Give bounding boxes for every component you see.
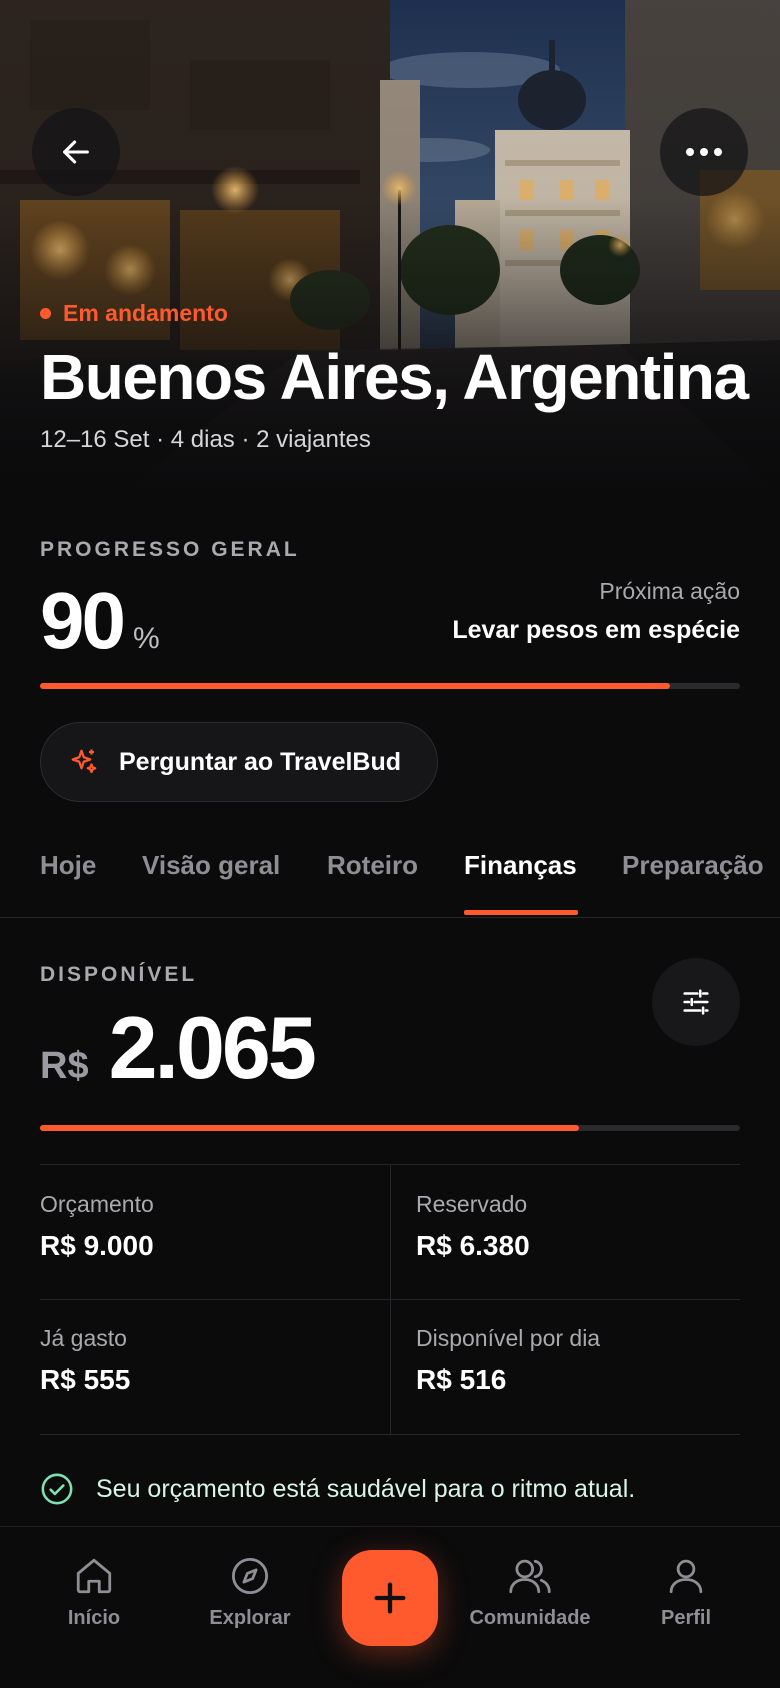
ask-travelbud-label: Perguntar ao TravelBud (119, 747, 402, 776)
trip-status: Em andamento (40, 300, 228, 327)
tab-visao-geral[interactable]: Visão geral (142, 850, 280, 881)
budget-cell: Orçamento R$ 9.000 (40, 1191, 154, 1262)
user-icon (669, 1559, 703, 1594)
trip-title: Buenos Aires, Argentina (40, 341, 749, 413)
reserved-cell: Reservado R$ 6.380 (416, 1191, 530, 1262)
reserved-cell-label: Reservado (416, 1191, 528, 1217)
budget-summary-grid: Orçamento R$ 9.000 Reservado R$ 6.380 Já… (40, 1164, 740, 1435)
next-action-label: Próxima ação (599, 578, 740, 604)
spent-cell-value: R$ 555 (40, 1364, 131, 1395)
nav-item-label: Comunidade (469, 1607, 591, 1629)
nav-item-perfil[interactable]: Perfil (606, 1555, 766, 1630)
budget-settings-button[interactable] (652, 958, 740, 1046)
progress-value: 90 % (40, 575, 160, 667)
available-label: DISPONÍVEL (40, 963, 198, 986)
daily-available-cell-value: R$ 516 (416, 1364, 507, 1395)
available-number: 2.065 (108, 998, 317, 1097)
tab-preparacao[interactable]: Preparação (622, 850, 764, 881)
daily-available-cell: Disponível por dia R$ 516 (416, 1325, 600, 1396)
nav-item-explorar[interactable]: Explorar (170, 1555, 330, 1630)
bottom-navigation: Início Explorar Comunidade Perfil (0, 1526, 780, 1688)
trip-status-label: Em andamento (63, 300, 228, 326)
hero-gradient-overlay (0, 0, 780, 495)
tab-hoje[interactable]: Hoje (40, 850, 96, 881)
progress-bar-fill (40, 683, 670, 689)
budget-health-text: Seu orçamento está saudável para o ritmo… (96, 1474, 636, 1503)
nav-item-label: Perfil (660, 1607, 712, 1629)
spent-cell: Já gasto R$ 555 (40, 1325, 130, 1396)
check-circle-icon (41, 1473, 73, 1505)
next-action-value[interactable]: Levar pesos em espécie (452, 616, 740, 645)
progress-label: PROGRESSO GERAL (40, 538, 300, 561)
tab-financas[interactable]: Finanças (464, 850, 577, 881)
progress-number: 90 (40, 576, 126, 665)
budget-bar-fill (40, 1125, 579, 1131)
sliders-icon (683, 989, 709, 1015)
available-amount: R$ 2.065 (40, 997, 317, 1099)
more-options-button[interactable] (660, 108, 748, 196)
hero-header: Em andamento Buenos Aires, Argentina 12–… (0, 0, 780, 495)
compass-icon (231, 1557, 269, 1595)
sparkles-icon (71, 749, 97, 774)
home-icon (76, 1558, 112, 1594)
trip-subtitle: 12–16 Set · 4 dias · 2 viajantes (40, 426, 371, 453)
progress-unit: % (132, 622, 160, 655)
add-button[interactable] (342, 1550, 438, 1646)
budget-bar (40, 1125, 740, 1131)
nav-item-comunidade[interactable]: Comunidade (450, 1555, 610, 1630)
more-horizontal-icon (686, 148, 722, 156)
available-currency: R$ (40, 1045, 89, 1087)
budget-cell-label: Orçamento (40, 1191, 154, 1217)
status-dot-icon (40, 308, 51, 319)
spent-cell-label: Já gasto (40, 1325, 127, 1351)
daily-available-cell-label: Disponível por dia (416, 1325, 601, 1351)
back-button[interactable] (32, 108, 120, 196)
active-tab-indicator (464, 910, 578, 915)
progress-bar (40, 683, 740, 689)
budget-cell-value: R$ 9.000 (40, 1230, 154, 1261)
users-icon (509, 1559, 551, 1594)
nav-item-inicio[interactable]: Início (14, 1555, 174, 1630)
arrow-left-icon (63, 140, 89, 164)
tab-bar: Hoje Visão geral Roteiro Finanças Prepar… (0, 850, 780, 918)
reserved-cell-value: R$ 6.380 (416, 1230, 530, 1261)
nav-item-label: Explorar (209, 1607, 291, 1629)
ask-travelbud-button[interactable]: Perguntar ao TravelBud (40, 722, 438, 802)
grid-divider-horizontal (40, 1299, 740, 1300)
budget-health-message: Seu orçamento está saudável para o ritmo… (40, 1472, 635, 1506)
tab-roteiro[interactable]: Roteiro (327, 850, 418, 881)
nav-item-label: Início (67, 1607, 121, 1629)
plus-icon (374, 1582, 406, 1614)
